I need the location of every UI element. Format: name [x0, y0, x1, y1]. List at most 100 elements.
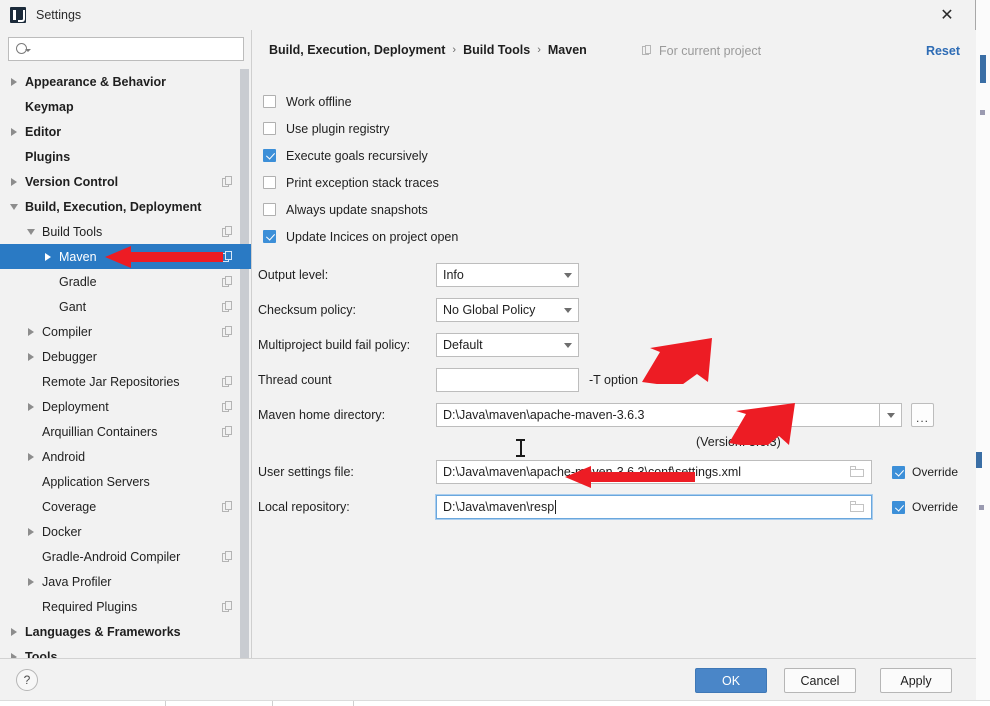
- sidebar-item-appearance-behavior[interactable]: Appearance & Behavior: [0, 69, 252, 94]
- user-settings-input[interactable]: D:\Java\maven\apache-maven-3.6.3\conf\se…: [436, 460, 872, 484]
- expander-collapsed[interactable]: [8, 177, 20, 186]
- expander-expanded[interactable]: [8, 203, 20, 210]
- copy-settings-icon[interactable]: [222, 325, 234, 338]
- copy-settings-icon[interactable]: [222, 425, 234, 438]
- expander-collapsed[interactable]: [25, 402, 37, 411]
- chevron-down-icon[interactable]: [10, 203, 18, 210]
- sidebar-item-gradle-android-compiler[interactable]: Gradle-Android Compiler: [0, 544, 252, 569]
- breadcrumb-item[interactable]: Build, Execution, Deployment: [269, 43, 445, 57]
- chevron-right-icon[interactable]: [28, 402, 34, 411]
- cancel-button[interactable]: Cancel: [784, 668, 856, 693]
- search-input[interactable]: [30, 39, 243, 59]
- sidebar-item-tools[interactable]: Tools: [0, 644, 252, 658]
- copy-settings-icon[interactable]: [222, 550, 234, 563]
- checkbox[interactable]: [263, 203, 276, 216]
- expander-collapsed[interactable]: [8, 77, 20, 86]
- checkbox[interactable]: [263, 95, 276, 108]
- checkbox[interactable]: [263, 230, 276, 243]
- help-button[interactable]: ?: [16, 669, 38, 691]
- copy-settings-icon[interactable]: [222, 400, 234, 413]
- sidebar-item-arquillian-containers[interactable]: Arquillian Containers: [0, 419, 252, 444]
- chevron-right-icon[interactable]: [11, 177, 17, 186]
- copy-settings-icon[interactable]: [222, 600, 234, 613]
- chevron-right-icon[interactable]: [28, 527, 34, 536]
- maven-home-dropdown-button[interactable]: [880, 403, 902, 427]
- sidebar-item-coverage[interactable]: Coverage: [0, 494, 252, 519]
- copy-settings-icon[interactable]: [222, 275, 234, 288]
- sidebar-item-remote-jar-repositories[interactable]: Remote Jar Repositories: [0, 369, 252, 394]
- copy-settings-icon[interactable]: [222, 500, 234, 513]
- sidebar-item-java-profiler[interactable]: Java Profiler: [0, 569, 252, 594]
- sidebar-item-version-control[interactable]: Version Control: [0, 169, 252, 194]
- checkbox[interactable]: [263, 149, 276, 162]
- settings-tree[interactable]: Appearance & Behavior Keymap Editor Plugins…: [0, 67, 252, 658]
- sidebar-item-debugger[interactable]: Debugger: [0, 344, 252, 369]
- checkbox-row-print-exception-stack-traces[interactable]: Print exception stack traces: [258, 169, 458, 196]
- copy-settings-icon[interactable]: [222, 300, 234, 313]
- breadcrumb-item[interactable]: Maven: [548, 43, 587, 57]
- checkbox-row-execute-goals-recursively[interactable]: Execute goals recursively: [258, 142, 458, 169]
- local-repository-override-checkbox[interactable]: [892, 500, 905, 514]
- checkbox-row-update-incices-on-project-open[interactable]: Update Incices on project open: [258, 223, 458, 250]
- chevron-right-icon[interactable]: [28, 577, 34, 586]
- sidebar-item-application-servers[interactable]: Application Servers: [0, 469, 252, 494]
- expander-collapsed[interactable]: [25, 452, 37, 461]
- sidebar-item-deployment[interactable]: Deployment: [0, 394, 252, 419]
- sidebar-item-plugins[interactable]: Plugins: [0, 144, 252, 169]
- local-repository-input[interactable]: D:\Java\maven\resp: [436, 495, 872, 519]
- checkbox[interactable]: [263, 122, 276, 135]
- chevron-right-icon[interactable]: [11, 77, 17, 86]
- sidebar-item-maven[interactable]: Maven: [0, 244, 252, 269]
- checksum-policy-dropdown[interactable]: No Global Policy: [436, 298, 579, 322]
- search-box[interactable]: [8, 37, 244, 61]
- folder-icon[interactable]: [850, 501, 864, 513]
- expander-collapsed[interactable]: [25, 527, 37, 536]
- sidebar-item-languages-frameworks[interactable]: Languages & Frameworks: [0, 619, 252, 644]
- apply-button[interactable]: Apply: [880, 668, 952, 693]
- chevron-right-icon[interactable]: [11, 127, 17, 136]
- sidebar-item-gradle[interactable]: Gradle: [0, 269, 252, 294]
- expander-collapsed[interactable]: [25, 352, 37, 361]
- chevron-right-icon[interactable]: [45, 252, 51, 261]
- sidebar-item-editor[interactable]: Editor: [0, 119, 252, 144]
- copy-settings-icon[interactable]: [222, 225, 234, 238]
- sidebar-item-required-plugins[interactable]: Required Plugins: [0, 594, 252, 619]
- ok-button[interactable]: OK: [695, 668, 767, 693]
- copy-settings-icon[interactable]: [222, 375, 234, 388]
- checkbox-row-work-offline[interactable]: Work offline: [258, 88, 458, 115]
- sidebar-item-keymap[interactable]: Keymap: [0, 94, 252, 119]
- thread-count-input[interactable]: [436, 368, 579, 392]
- checkbox-row-use-plugin-registry[interactable]: Use plugin registry: [258, 115, 458, 142]
- reset-link[interactable]: Reset: [926, 44, 960, 58]
- checkbox-row-always-update-snapshots[interactable]: Always update snapshots: [258, 196, 458, 223]
- maven-home-browse-button[interactable]: ...: [911, 403, 934, 427]
- copy-settings-icon[interactable]: [222, 175, 234, 188]
- sidebar-item-android[interactable]: Android: [0, 444, 252, 469]
- expander-collapsed[interactable]: [42, 252, 54, 261]
- expander-collapsed[interactable]: [25, 577, 37, 586]
- expander-collapsed[interactable]: [8, 627, 20, 636]
- chevron-down-icon[interactable]: [27, 228, 35, 235]
- expander-collapsed[interactable]: [8, 127, 20, 136]
- user-settings-override[interactable]: Override: [892, 465, 958, 479]
- expander-expanded[interactable]: [25, 228, 37, 235]
- copy-settings-icon[interactable]: [222, 250, 234, 263]
- close-icon[interactable]: ✕: [937, 6, 957, 26]
- multiproject-fail-policy-dropdown[interactable]: Default: [436, 333, 579, 357]
- local-repository-override[interactable]: Override: [892, 500, 958, 514]
- sidebar-item-compiler[interactable]: Compiler: [0, 319, 252, 344]
- maven-home-input[interactable]: D:\Java\maven\apache-maven-3.6.3: [436, 403, 880, 427]
- chevron-right-icon[interactable]: [28, 327, 34, 336]
- folder-icon[interactable]: [850, 466, 864, 478]
- output-level-dropdown[interactable]: Info: [436, 263, 579, 287]
- chevron-right-icon[interactable]: [11, 627, 17, 636]
- sidebar-item-gant[interactable]: Gant: [0, 294, 252, 319]
- user-settings-override-checkbox[interactable]: [892, 465, 905, 479]
- chevron-right-icon[interactable]: [28, 452, 34, 461]
- breadcrumb-item[interactable]: Build Tools: [463, 43, 530, 57]
- sidebar-item-build-tools[interactable]: Build Tools: [0, 219, 252, 244]
- expander-collapsed[interactable]: [25, 327, 37, 336]
- checkbox[interactable]: [263, 176, 276, 189]
- sidebar-item-docker[interactable]: Docker: [0, 519, 252, 544]
- chevron-right-icon[interactable]: [28, 352, 34, 361]
